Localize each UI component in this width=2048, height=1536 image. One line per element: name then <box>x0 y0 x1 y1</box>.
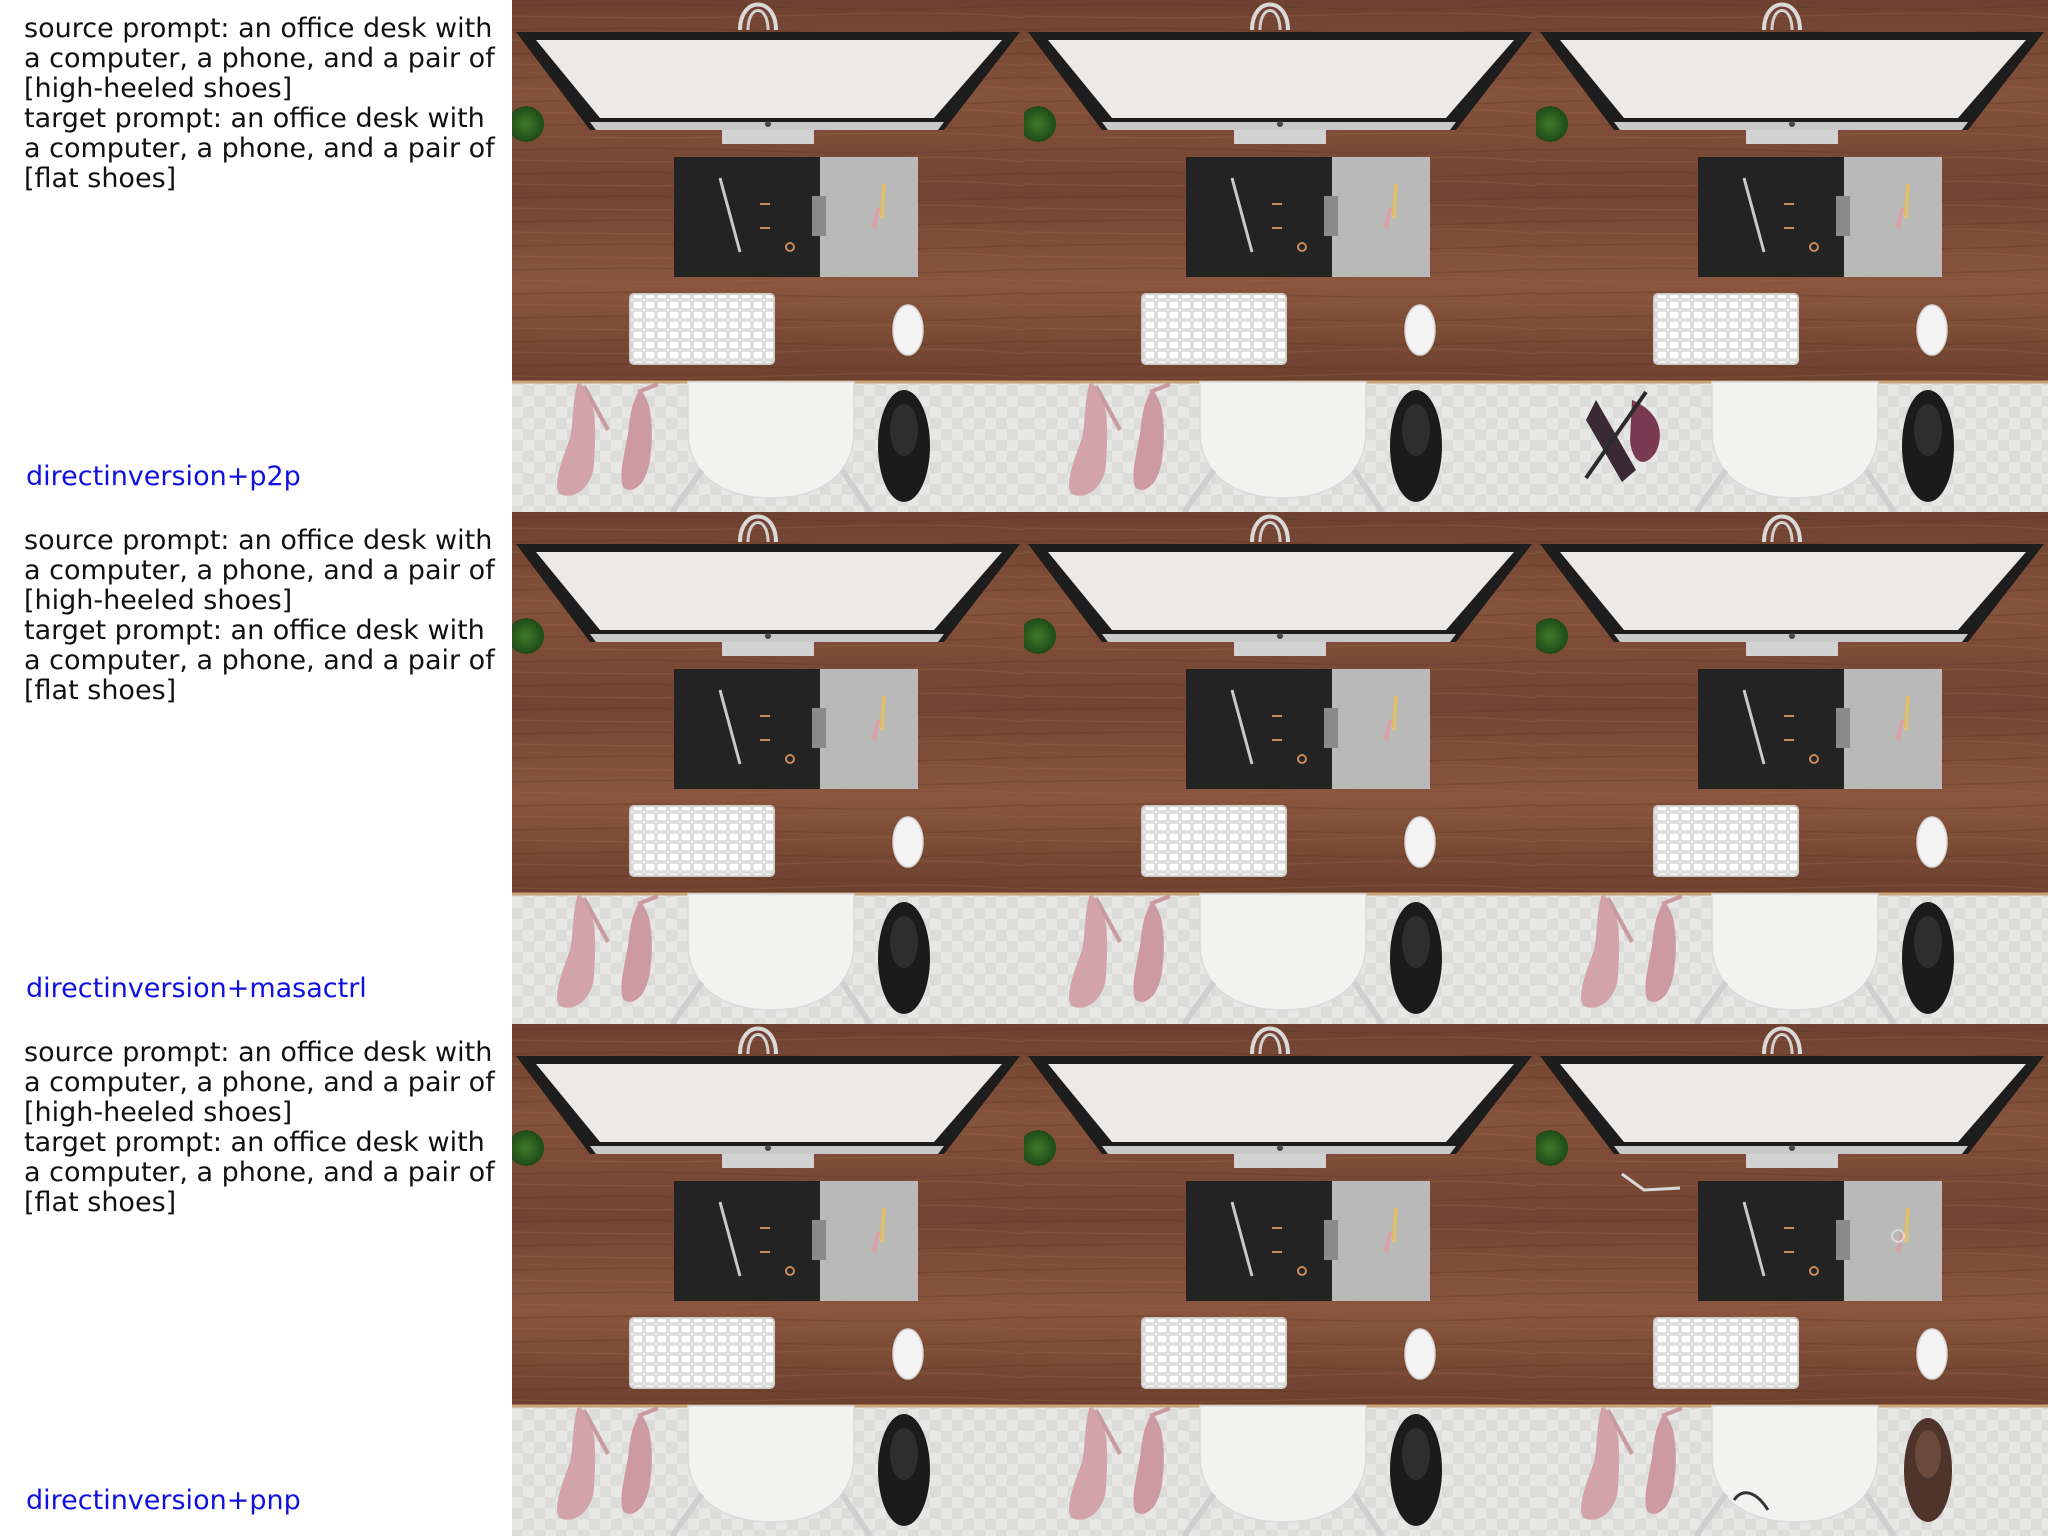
source-prompt: source prompt: an office desk with a com… <box>24 13 504 104</box>
edited-image <box>1536 1024 2048 1536</box>
comparison-row: source prompt: an office desk with a com… <box>0 512 2048 1024</box>
reconstructed-image <box>1024 512 1536 1024</box>
method-label: directinversion+pnp <box>26 1485 301 1516</box>
prompt-text: source prompt: an office desk with a com… <box>24 526 504 706</box>
reconstructed-image <box>1024 0 1536 512</box>
target-prompt: target prompt: an office desk with a com… <box>24 1127 504 1218</box>
prompt-panel: source prompt: an office desk with a com… <box>0 0 512 512</box>
edited-image <box>1536 512 2048 1024</box>
comparison-row: source prompt: an office desk with a com… <box>0 1024 2048 1536</box>
source-prompt: source prompt: an office desk with a com… <box>24 1037 504 1128</box>
prompt-text: source prompt: an office desk with a com… <box>24 1038 504 1218</box>
target-prompt: target prompt: an office desk with a com… <box>24 103 504 194</box>
prompt-text: source prompt: an office desk with a com… <box>24 14 504 194</box>
source-image <box>512 512 1024 1024</box>
prompt-panel: source prompt: an office desk with a com… <box>0 1024 512 1536</box>
prompt-panel: source prompt: an office desk with a com… <box>0 512 512 1024</box>
comparison-grid: source prompt: an office desk with a com… <box>0 0 2048 1536</box>
edited-image <box>1536 0 2048 512</box>
target-prompt: target prompt: an office desk with a com… <box>24 615 504 706</box>
reconstructed-image <box>1024 1024 1536 1536</box>
method-label: directinversion+p2p <box>26 461 301 492</box>
source-image <box>512 1024 1024 1536</box>
source-prompt: source prompt: an office desk with a com… <box>24 525 504 616</box>
method-label: directinversion+masactrl <box>26 973 367 1004</box>
source-image <box>512 0 1024 512</box>
comparison-row: source prompt: an office desk with a com… <box>0 0 2048 512</box>
